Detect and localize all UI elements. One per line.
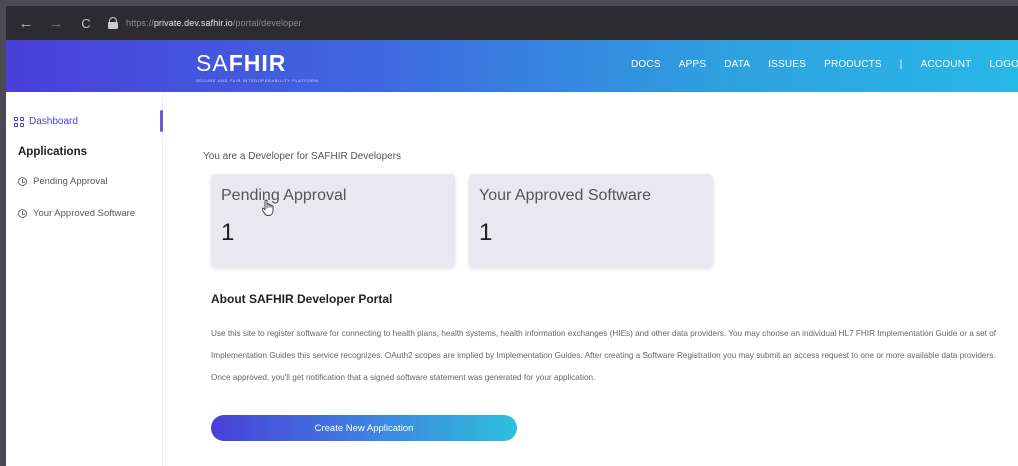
reload-icon[interactable]: C [74, 16, 98, 31]
sidebar: Dashboard Applications Pending Approval … [6, 92, 163, 466]
about-title: About SAFHIR Developer Portal [211, 292, 393, 306]
sidebar-item-approved-software[interactable]: Your Approved Software [18, 208, 135, 219]
about-description: Use this site to register software for c… [211, 329, 997, 382]
card-title: Your Approved Software [479, 187, 651, 204]
sidebar-item-pending-approval[interactable]: Pending Approval [18, 176, 107, 187]
url-path: /portal/developer [232, 18, 302, 28]
nav-logout[interactable]: LOGO [989, 59, 1018, 70]
nav-apps[interactable]: APPS [679, 59, 706, 70]
top-nav: DOCS APPS DATA ISSUES PRODUCTS | ACCOUNT… [631, 59, 1018, 70]
nav-account[interactable]: ACCOUNT [921, 59, 972, 70]
clock-icon [18, 177, 27, 186]
sidebar-section-applications: Applications [18, 146, 88, 158]
nav-docs[interactable]: DOCS [631, 59, 661, 70]
sidebar-item-label: Dashboard [29, 116, 78, 127]
site-header: SAFHIR SECURE AND FAIR INTEROPERABILITY … [6, 40, 1018, 92]
hand-cursor-icon [262, 199, 274, 216]
clock-icon [18, 209, 27, 218]
lock-icon [108, 17, 118, 29]
nav-issues[interactable]: ISSUES [768, 59, 806, 70]
logo-light: SA [196, 50, 229, 76]
browser-toolbar: ← → C https://private.dev.safhir.io/port… [6, 6, 1018, 40]
nav-data[interactable]: DATA [724, 59, 750, 70]
back-icon[interactable]: ← [14, 15, 38, 32]
logo-tagline: SECURE AND FAIR INTEROPERABILITY PLATFOR… [196, 78, 319, 83]
nav-separator: | [899, 59, 903, 70]
approved-software-card[interactable]: Your Approved Software 1 [469, 174, 713, 268]
pending-approval-card[interactable]: Pending Approval 1 [211, 174, 455, 268]
card-title: Pending Approval [221, 187, 347, 204]
developer-intro: You are a Developer for SAFHIR Developer… [203, 151, 402, 162]
active-indicator [160, 110, 163, 132]
card-count: 1 [221, 219, 235, 246]
dashboard-icon [14, 116, 24, 127]
url-host: private.dev.safhir.io [153, 18, 233, 28]
sidebar-item-dashboard[interactable]: Dashboard [14, 116, 78, 127]
card-count: 1 [479, 219, 493, 246]
url-prefix: https:// [126, 18, 154, 28]
safhir-logo[interactable]: SAFHIR SECURE AND FAIR INTEROPERABILITY … [196, 50, 318, 83]
nav-products[interactable]: PRODUCTS [824, 59, 882, 70]
sidebar-item-label: Your Approved Software [33, 208, 136, 219]
address-bar[interactable]: https://private.dev.safhir.io/portal/dev… [108, 12, 302, 34]
logo-bold: FHIR [228, 50, 287, 76]
forward-icon[interactable]: → [44, 15, 68, 32]
create-new-application-button[interactable]: Create New Application [211, 415, 517, 441]
sidebar-item-label: Pending Approval [33, 176, 108, 187]
url-text: https://private.dev.safhir.io/portal/dev… [126, 18, 302, 28]
